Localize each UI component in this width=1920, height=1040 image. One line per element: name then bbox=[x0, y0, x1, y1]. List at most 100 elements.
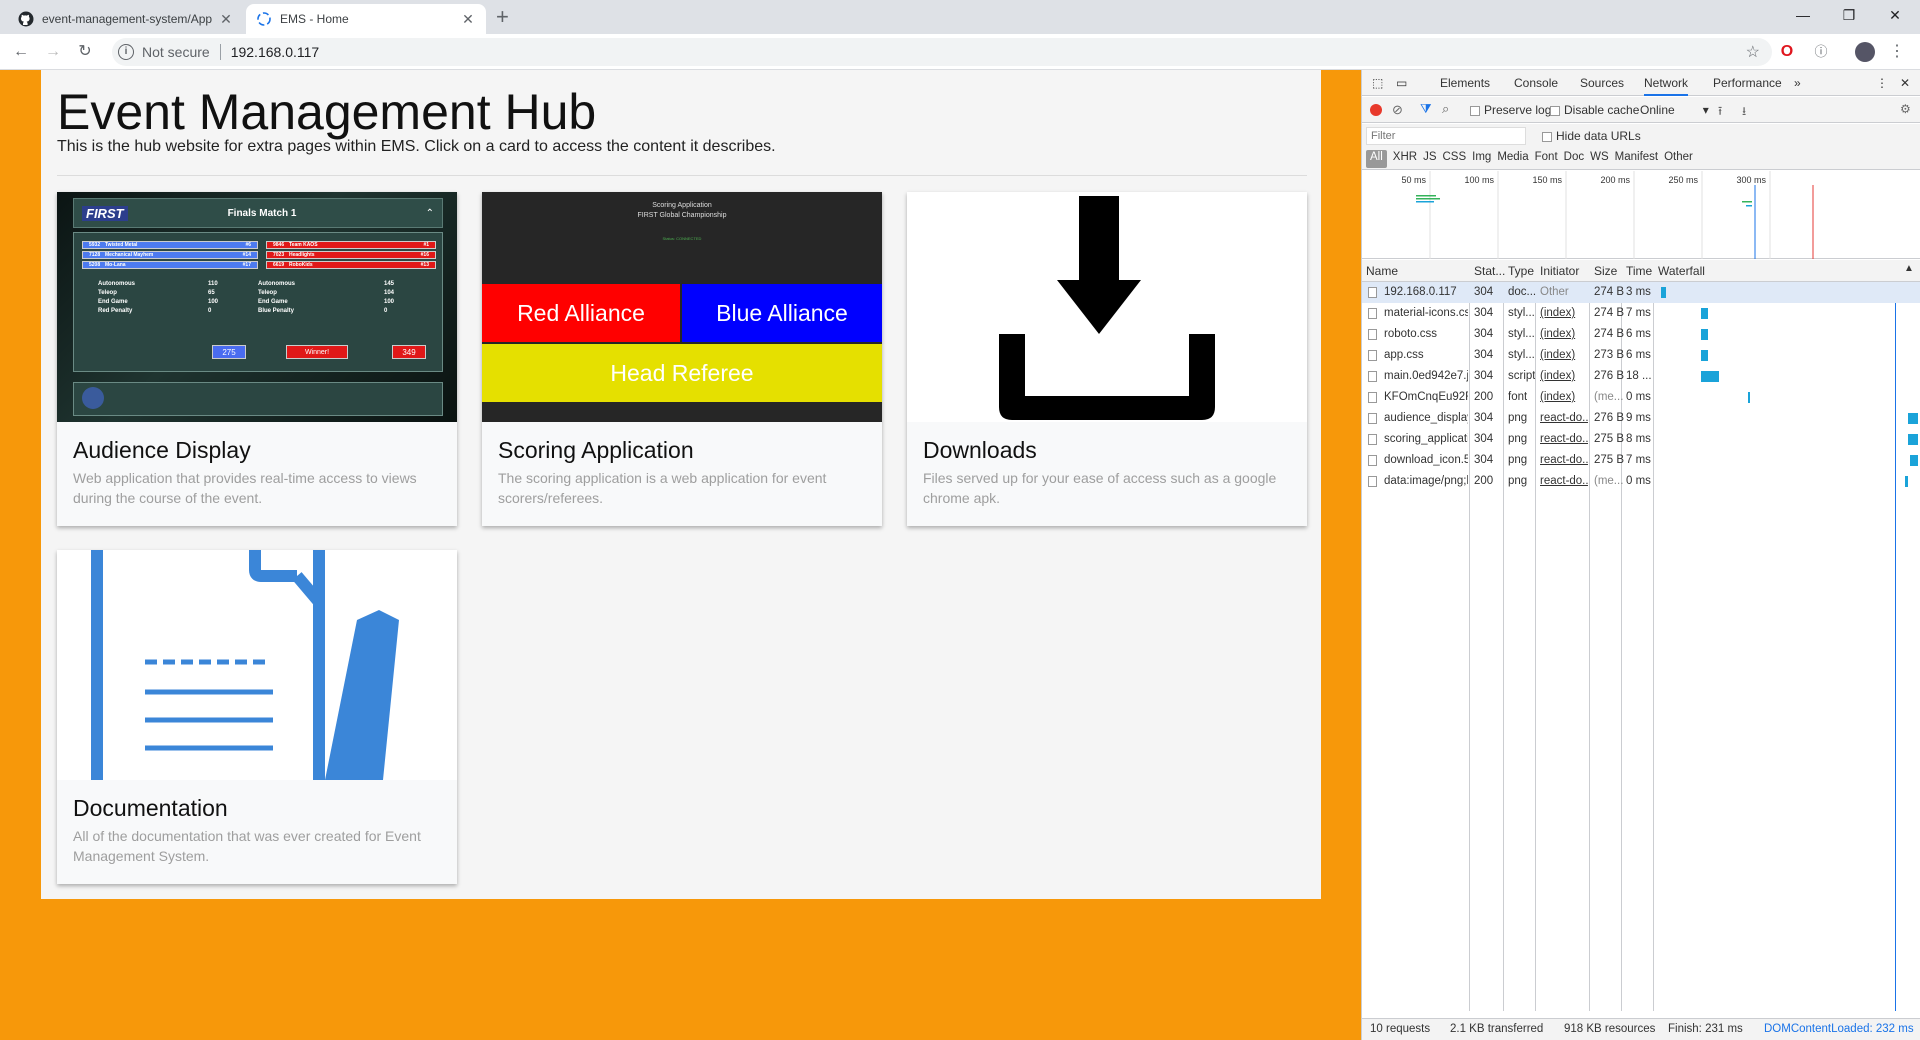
request-name: main.0ed942e7.js bbox=[1384, 370, 1468, 382]
request-initiator[interactable]: react-do... bbox=[1540, 412, 1588, 424]
filter-input[interactable] bbox=[1366, 127, 1526, 145]
match-header: FIRST Finals Match 1 ⌃ bbox=[73, 198, 443, 228]
table-row[interactable]: audience_display.... 304 png react-do... 276… bbox=[1362, 408, 1920, 429]
team-row: 7023 Headlights #16 bbox=[266, 251, 436, 259]
col-type[interactable]: Type bbox=[1508, 264, 1534, 278]
reload-icon[interactable]: ↻ bbox=[74, 41, 96, 63]
tab-sources[interactable]: Sources bbox=[1580, 76, 1624, 90]
first-logo: FIRST bbox=[82, 205, 128, 221]
type-filter-css[interactable]: CSS bbox=[1442, 150, 1466, 168]
star-icon[interactable]: ☆ bbox=[1746, 42, 1760, 62]
card-scoring-application[interactable]: Scoring Application FIRST Global Champio… bbox=[482, 192, 882, 526]
table-row[interactable]: download_icon.51... 304 png react-do... 275 … bbox=[1362, 450, 1920, 471]
table-row[interactable]: roboto.css 304 styl... (index) 274 B6 ms bbox=[1362, 324, 1920, 345]
card-audience-display[interactable]: FIRST Finals Match 1 ⌃ 5932 Twisted Metal… bbox=[57, 192, 457, 526]
close-tab-icon[interactable]: ✕ bbox=[460, 11, 476, 28]
red-score: 65 bbox=[208, 290, 215, 296]
address-bar[interactable]: i Not secure 192.168.0.117 ☆ bbox=[112, 38, 1772, 66]
opera-extension-icon[interactable]: O bbox=[1776, 41, 1798, 63]
request-initiator[interactable]: react-do... bbox=[1540, 475, 1588, 487]
type-filter-doc[interactable]: Doc bbox=[1564, 150, 1584, 168]
type-filter-media[interactable]: Media bbox=[1497, 150, 1528, 168]
col-initiator[interactable]: Initiator bbox=[1540, 264, 1579, 278]
table-row[interactable]: KFOmCnqEu92Fr1... 200 font (index) (me...0 m… bbox=[1362, 387, 1920, 408]
settings-menu-icon[interactable]: ⋮ bbox=[1876, 76, 1888, 90]
request-name: KFOmCnqEu92Fr1... bbox=[1384, 391, 1468, 403]
disable-cache-checkbox[interactable]: Disable cache bbox=[1550, 103, 1639, 117]
avatar[interactable] bbox=[1855, 42, 1875, 62]
device-toggle-icon[interactable]: ▭ bbox=[1396, 76, 1407, 90]
import-icon[interactable]: ⭱ bbox=[1718, 102, 1722, 123]
request-initiator[interactable]: (index) bbox=[1540, 349, 1588, 361]
export-icon[interactable]: ⭳ bbox=[1742, 102, 1746, 123]
card-downloads[interactable]: Downloads Files served up for your ease … bbox=[907, 192, 1307, 526]
request-initiator[interactable]: react-do... bbox=[1540, 454, 1588, 466]
request-initiator[interactable]: (index) bbox=[1540, 391, 1588, 403]
request-initiator[interactable]: (index) bbox=[1540, 370, 1588, 382]
new-tab-button[interactable]: + bbox=[496, 4, 509, 30]
col-time[interactable]: Time bbox=[1626, 264, 1652, 278]
back-icon[interactable]: ← bbox=[10, 41, 32, 63]
score-label: End Game bbox=[258, 299, 288, 305]
card-documentation[interactable]: Documentation All of the documentation t… bbox=[57, 550, 457, 884]
col-name[interactable]: Name bbox=[1366, 264, 1398, 278]
table-row[interactable]: data:image/png;b... 200 png react-do... (me.… bbox=[1362, 471, 1920, 492]
forward-icon[interactable]: → bbox=[42, 41, 64, 63]
request-time: 0 ms bbox=[1626, 391, 1651, 403]
filter-icon[interactable]: ⧩ bbox=[1420, 101, 1432, 117]
search-icon[interactable]: ⌕ bbox=[1442, 101, 1449, 117]
type-filter-img[interactable]: Img bbox=[1472, 150, 1491, 168]
throttle-select[interactable]: Online ▾ bbox=[1640, 103, 1709, 117]
card-description: All of the documentation that was ever c… bbox=[73, 828, 421, 864]
download-icon bbox=[999, 196, 1215, 420]
close-window-icon[interactable]: ✕ bbox=[1872, 0, 1918, 30]
request-initiator[interactable]: (index) bbox=[1540, 328, 1588, 340]
waterfall-bar bbox=[1907, 434, 1918, 445]
type-filter-manifest[interactable]: Manifest bbox=[1615, 150, 1658, 168]
table-row[interactable]: main.0ed942e7.js 304 script (index) 276 B 18 … bbox=[1362, 366, 1920, 387]
hide-data-urls-checkbox[interactable]: Hide data URLs bbox=[1542, 129, 1641, 143]
type-filter-font[interactable]: Font bbox=[1535, 150, 1558, 168]
request-time: 6 ms bbox=[1626, 328, 1651, 340]
maximize-icon[interactable]: ❐ bbox=[1826, 0, 1872, 30]
tab-performance[interactable]: Performance bbox=[1713, 76, 1782, 90]
menu-icon[interactable]: ⋮ bbox=[1886, 41, 1908, 63]
col-size[interactable]: Size bbox=[1594, 264, 1617, 278]
document-icon bbox=[91, 550, 399, 780]
info-icon[interactable]: i bbox=[118, 44, 134, 60]
type-filter-js[interactable]: JS bbox=[1423, 150, 1436, 168]
type-filter-all[interactable]: All bbox=[1366, 150, 1387, 168]
team-name: Headlights bbox=[289, 252, 315, 258]
request-initiator[interactable]: (index) bbox=[1540, 307, 1588, 319]
table-row[interactable]: material-icons.css 304 styl... (index) 274 B… bbox=[1362, 303, 1920, 324]
red-total: 275 bbox=[212, 345, 246, 359]
table-row[interactable]: 192.168.0.117 304 doc... Other 274 B3 ms bbox=[1362, 282, 1920, 303]
table-row[interactable]: scoring_applicatio... 304 png react-do... 27… bbox=[1362, 429, 1920, 450]
type-filter-other[interactable]: Other bbox=[1664, 150, 1693, 168]
extension-icon[interactable]: ⓘ bbox=[1810, 41, 1832, 63]
col-waterfall[interactable]: Waterfall bbox=[1658, 264, 1705, 278]
preserve-log-checkbox[interactable]: Preserve log bbox=[1470, 103, 1551, 117]
tab-network[interactable]: Network bbox=[1644, 76, 1689, 96]
request-type: styl... bbox=[1508, 307, 1535, 319]
inspect-icon[interactable]: ⬚ bbox=[1372, 76, 1383, 90]
record-icon[interactable] bbox=[1370, 104, 1382, 116]
request-initiator[interactable]: react-do... bbox=[1540, 433, 1588, 445]
minimize-icon[interactable]: — bbox=[1780, 0, 1826, 30]
tab-console[interactable]: Console bbox=[1514, 76, 1558, 90]
type-filter-ws[interactable]: WS bbox=[1590, 150, 1609, 168]
file-icon bbox=[1368, 476, 1377, 487]
clear-icon[interactable]: ⊘ bbox=[1392, 102, 1403, 118]
browser-tab-github[interactable]: event-management-system/App ✕ bbox=[8, 4, 244, 34]
col-status[interactable]: Stat... bbox=[1474, 264, 1505, 278]
close-devtools-icon[interactable]: ✕ bbox=[1900, 76, 1910, 90]
more-tabs-icon[interactable]: » bbox=[1794, 76, 1801, 90]
close-tab-icon[interactable]: ✕ bbox=[218, 11, 234, 28]
sort-icon[interactable]: ▲ bbox=[1904, 263, 1914, 274]
browser-tab-ems[interactable]: EMS - Home ✕ bbox=[246, 4, 486, 34]
gear-icon[interactable]: ⚙ bbox=[1900, 102, 1911, 116]
type-filter-xhr[interactable]: XHR bbox=[1393, 150, 1417, 168]
table-row[interactable]: app.css 304 styl... (index) 273 B6 ms bbox=[1362, 345, 1920, 366]
waterfall-bar bbox=[1907, 413, 1918, 424]
tab-elements[interactable]: Elements bbox=[1440, 76, 1490, 90]
